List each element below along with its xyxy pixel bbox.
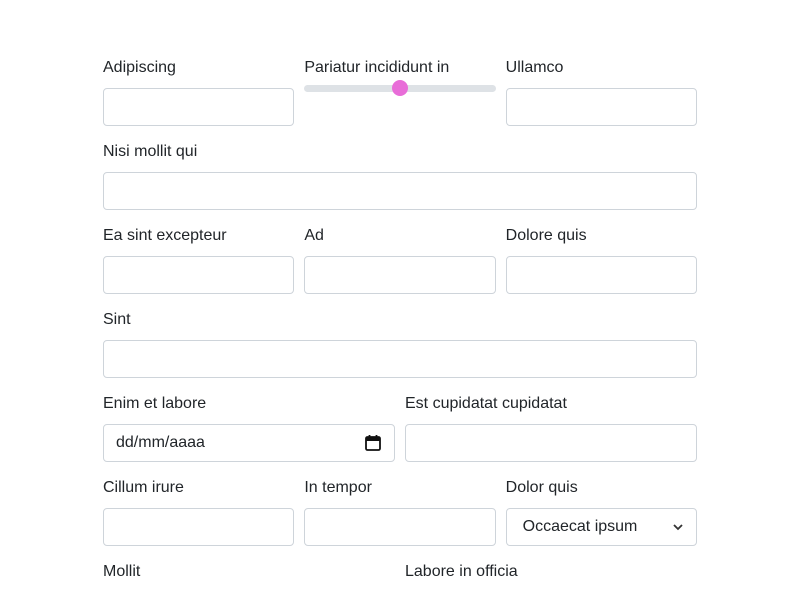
field-label: Enim et labore bbox=[103, 395, 207, 412]
field-label: Mollit bbox=[103, 563, 141, 580]
field-group: Ea sint excepteur bbox=[103, 226, 295, 294]
date-placeholder: dd/mm/aaaa bbox=[116, 434, 205, 451]
field-label: Dolore quis bbox=[505, 227, 587, 244]
field-label: Dolor quis bbox=[505, 479, 578, 496]
form-row: Cillum irure In tempor Dolor quis Occaec… bbox=[103, 478, 697, 546]
field-label: Nisi mollit qui bbox=[103, 143, 198, 160]
field-group: Est cupidatat cupidatat bbox=[405, 394, 697, 462]
field-group: Cillum irure bbox=[103, 478, 295, 546]
ea-sint-excepteur-input[interactable] bbox=[103, 256, 295, 294]
field-group: Enim et labore dd/mm/aaaa bbox=[103, 394, 395, 462]
field-label: In tempor bbox=[304, 479, 372, 496]
form: Adipiscing Pariatur incididunt in Ullamc… bbox=[103, 58, 697, 608]
field-label: Labore in officia bbox=[405, 563, 518, 580]
form-row: Ea sint excepteur Ad Dolore quis bbox=[103, 226, 697, 294]
field-label: Adipiscing bbox=[103, 59, 176, 76]
field-group: Pariatur incididunt in bbox=[304, 58, 496, 126]
field-label: Ullamco bbox=[505, 59, 564, 76]
field-group: In tempor bbox=[304, 478, 496, 546]
form-row: Adipiscing Pariatur incididunt in Ullamc… bbox=[103, 58, 697, 126]
field-group: Dolore quis bbox=[505, 226, 697, 294]
range-slider[interactable] bbox=[304, 78, 496, 98]
field-group: Ad bbox=[304, 226, 496, 294]
field-label: Sint bbox=[103, 311, 131, 328]
ullamco-input[interactable] bbox=[505, 88, 697, 126]
dolor-quis-select[interactable]: Occaecat ipsum bbox=[505, 508, 697, 546]
form-row: Sint bbox=[103, 310, 697, 378]
field-label: Cillum irure bbox=[103, 479, 184, 496]
calendar-icon[interactable] bbox=[364, 434, 382, 452]
field-label: Ad bbox=[304, 227, 324, 244]
field-label: Pariatur incididunt in bbox=[304, 59, 450, 76]
field-group: Adipiscing bbox=[103, 58, 295, 126]
cillum-irure-input[interactable] bbox=[103, 508, 295, 546]
field-group: Sint bbox=[103, 310, 697, 378]
in-tempor-input[interactable] bbox=[304, 508, 496, 546]
date-input[interactable]: dd/mm/aaaa bbox=[103, 424, 395, 462]
field-group: Nisi mollit qui bbox=[103, 142, 697, 210]
field-label: Est cupidatat cupidatat bbox=[405, 395, 567, 412]
field-group: Mollit bbox=[103, 562, 395, 592]
form-row: Mollit Labore in officia bbox=[103, 562, 697, 592]
field-label: Ea sint excepteur bbox=[103, 227, 227, 244]
field-group: Ullamco bbox=[505, 58, 697, 126]
ad-input[interactable] bbox=[304, 256, 496, 294]
field-group: Labore in officia bbox=[405, 562, 697, 592]
select-value: Occaecat ipsum bbox=[522, 518, 638, 535]
dolore-quis-input[interactable] bbox=[505, 256, 697, 294]
slider-thumb[interactable] bbox=[391, 80, 408, 96]
nisi-mollit-qui-input[interactable] bbox=[103, 172, 697, 210]
sint-input[interactable] bbox=[103, 340, 697, 378]
field-group: Dolor quis Occaecat ipsum bbox=[505, 478, 697, 546]
form-row: Nisi mollit qui bbox=[103, 142, 697, 210]
est-cupidatat-cupidatat-input[interactable] bbox=[405, 424, 697, 462]
chevron-down-icon bbox=[673, 524, 683, 531]
form-row: Enim et labore dd/mm/aaaa Est cupidatat … bbox=[103, 394, 697, 462]
adipiscing-input[interactable] bbox=[103, 88, 295, 126]
